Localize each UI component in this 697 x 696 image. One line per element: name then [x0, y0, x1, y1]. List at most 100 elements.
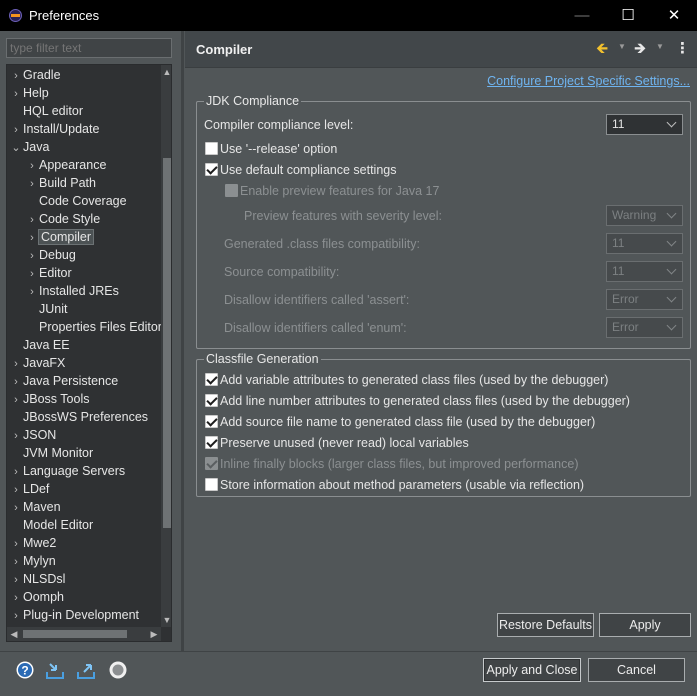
tree-item-javafx[interactable]: › JavaFX	[9, 354, 65, 372]
scroll-thumb[interactable]	[163, 158, 171, 528]
tree-item-mwe2[interactable]: › Mwe2	[9, 534, 56, 552]
tree-item-properties-files-editor[interactable]: Properties Files Editor	[25, 318, 162, 336]
tree-item-label: Help	[23, 86, 49, 100]
disallow-enum-select[interactable]: Error	[606, 317, 683, 338]
tree-item-install-update[interactable]: › Install/Update	[9, 120, 99, 138]
chevron-right-icon[interactable]: ›	[25, 247, 39, 265]
tree-item-hql-editor[interactable]: HQL editor	[9, 102, 83, 120]
tree-item-jbossws-preferences[interactable]: JBossWS Preferences	[9, 408, 148, 426]
scroll-thumb-horizontal[interactable]	[23, 630, 127, 638]
forward-history-dropdown-icon[interactable]: ▼	[656, 42, 664, 51]
tree-item-nlsdsl[interactable]: › NLSDsl	[9, 570, 65, 588]
scroll-up-icon[interactable]: ▲	[161, 65, 171, 79]
tree-item-jvm-monitor[interactable]: JVM Monitor	[9, 444, 93, 462]
scroll-down-icon[interactable]: ▼	[161, 613, 171, 627]
tree-item-debug[interactable]: › Debug	[25, 246, 76, 264]
help-icon[interactable]: ?	[15, 660, 35, 680]
scroll-left-icon[interactable]: ◀	[7, 627, 21, 641]
tree-item-plug-in-development[interactable]: › Plug-in Development	[9, 606, 139, 624]
tree-item-code-coverage[interactable]: Code Coverage	[25, 192, 127, 210]
apply-button[interactable]: Apply	[599, 613, 691, 637]
chevron-right-icon[interactable]: ›	[9, 553, 23, 571]
disallow-assert-select[interactable]: Error	[606, 289, 683, 310]
tree-horizontal-scrollbar[interactable]: ◀ ▶	[7, 627, 161, 641]
tree-item-editor[interactable]: › Editor	[25, 264, 72, 282]
chevron-right-icon[interactable]: ›	[9, 427, 23, 445]
tree-item-maven[interactable]: › Maven	[9, 498, 60, 517]
chevron-right-icon[interactable]: ›	[25, 229, 39, 247]
use-release-checkbox[interactable]	[205, 142, 218, 155]
restore-defaults-button[interactable]: Restore Defaults	[497, 613, 594, 637]
cancel-button[interactable]: Cancel	[588, 658, 685, 682]
chevron-right-icon[interactable]: ›	[25, 265, 39, 283]
back-arrow-icon[interactable]: 🡸	[596, 40, 608, 58]
view-menu-icon[interactable]: ⋮	[675, 40, 690, 58]
chevron-right-icon[interactable]: ›	[9, 121, 23, 139]
pane-sash[interactable]	[181, 31, 184, 651]
chevron-right-icon[interactable]: ›	[9, 607, 23, 625]
chevron-right-icon[interactable]: ›	[25, 157, 39, 175]
forward-arrow-icon[interactable]: 🡺	[634, 40, 646, 58]
filter-input[interactable]	[6, 38, 172, 58]
tree-item-build-path[interactable]: › Build Path	[25, 174, 96, 192]
minimize-button[interactable]: —	[559, 0, 605, 31]
tree-item-java-ee[interactable]: Java EE	[9, 336, 70, 354]
tree-item-gradle[interactable]: › Gradle	[9, 66, 60, 85]
maximize-button[interactable]: ☐	[605, 0, 651, 31]
tree-item-installed-jres[interactable]: › Installed JREs	[25, 282, 119, 300]
apply-and-close-button[interactable]: Apply and Close	[483, 658, 581, 682]
source-compat-select[interactable]: 11	[606, 261, 683, 282]
oomph-record-icon[interactable]	[108, 660, 128, 680]
import-preferences-icon[interactable]	[45, 660, 65, 680]
chevron-right-icon[interactable]: ›	[9, 463, 23, 481]
add-source-file-name-checkbox[interactable]	[205, 415, 218, 428]
tree-item-ldef[interactable]: › LDef	[9, 480, 49, 498]
tree-item-json[interactable]: › JSON	[9, 426, 56, 444]
export-preferences-icon[interactable]	[76, 660, 96, 680]
chevron-right-icon[interactable]: ›	[9, 85, 23, 103]
preserve-unused-vars-checkbox[interactable]	[205, 436, 218, 449]
tree-item-language-servers[interactable]: › Language Servers	[9, 462, 125, 480]
chevron-right-icon[interactable]: ›	[9, 373, 23, 391]
tree-item-jboss-tools[interactable]: › JBoss Tools	[9, 390, 89, 408]
chevron-right-icon[interactable]: ›	[25, 211, 39, 229]
chevron-right-icon[interactable]: ›	[9, 571, 23, 589]
tree-item-mylyn[interactable]: › Mylyn	[9, 552, 56, 570]
tree-item-compiler[interactable]: › Compiler	[25, 228, 95, 247]
add-variable-attributes-label: Add variable attributes to generated cla…	[220, 373, 609, 387]
chevron-right-icon[interactable]: ›	[9, 589, 23, 607]
inline-finally-checkbox[interactable]	[205, 457, 218, 470]
chevron-down-icon[interactable]: ⌄	[9, 139, 23, 157]
store-method-params-checkbox[interactable]	[205, 478, 218, 491]
tree-item-java[interactable]: ⌄ Java	[9, 138, 49, 156]
generated-class-compat-value: 11	[612, 236, 625, 250]
tree-item-label: Compiler	[37, 229, 95, 245]
scroll-right-icon[interactable]: ▶	[147, 627, 161, 641]
back-history-dropdown-icon[interactable]: ▼	[618, 42, 626, 51]
chevron-right-icon[interactable]: ›	[9, 535, 23, 553]
compliance-level-select[interactable]: 11	[606, 114, 683, 135]
add-variable-attributes-checkbox[interactable]	[205, 373, 218, 386]
chevron-right-icon[interactable]: ›	[9, 391, 23, 409]
tree-item-junit[interactable]: JUnit	[25, 300, 67, 318]
add-line-number-checkbox[interactable]	[205, 394, 218, 407]
tree-item-model-editor[interactable]: Model Editor	[9, 516, 93, 534]
chevron-right-icon[interactable]: ›	[9, 481, 23, 499]
chevron-right-icon[interactable]: ›	[9, 67, 23, 85]
enable-preview-checkbox[interactable]	[225, 184, 238, 197]
generated-class-compat-select[interactable]: 11	[606, 233, 683, 254]
preview-severity-select[interactable]: Warning	[606, 205, 683, 226]
tree-item-oomph[interactable]: › Oomph	[9, 588, 64, 606]
tree-item-help[interactable]: › Help	[9, 84, 49, 102]
tree-item-java-persistence[interactable]: › Java Persistence	[9, 372, 118, 390]
tree-item-appearance[interactable]: › Appearance	[25, 156, 106, 174]
use-default-compliance-checkbox[interactable]	[205, 163, 218, 176]
chevron-right-icon[interactable]: ›	[25, 175, 39, 193]
tree-item-code-style[interactable]: › Code Style	[25, 210, 100, 228]
tree-vertical-scrollbar[interactable]: ▲ ▼	[161, 65, 171, 627]
chevron-right-icon[interactable]: ›	[9, 499, 23, 517]
chevron-right-icon[interactable]: ›	[9, 355, 23, 373]
close-button[interactable]: ✕	[651, 0, 697, 31]
chevron-right-icon[interactable]: ›	[25, 283, 39, 301]
configure-project-settings-link[interactable]: Configure Project Specific Settings...	[487, 74, 690, 88]
